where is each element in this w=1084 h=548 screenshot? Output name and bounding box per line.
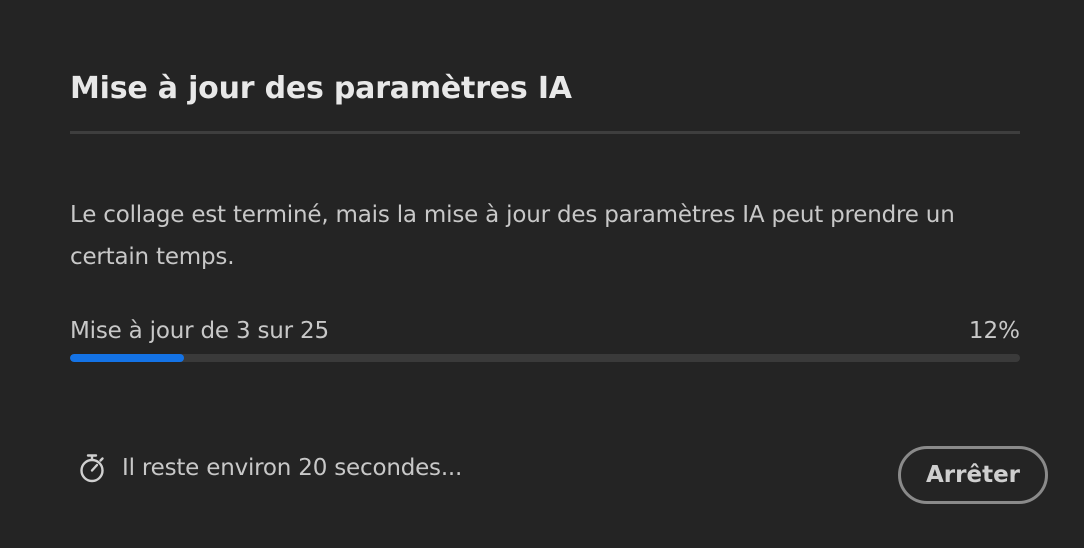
title-divider bbox=[70, 131, 1020, 134]
stop-button[interactable]: Arrêter bbox=[898, 446, 1048, 504]
time-remaining-status: Il reste environ 20 secondes... bbox=[78, 452, 462, 484]
progress-label: Mise à jour de 3 sur 25 bbox=[70, 318, 329, 344]
dialog-title: Mise à jour des paramètres IA bbox=[70, 71, 572, 106]
stopwatch-icon bbox=[78, 453, 106, 483]
update-ai-settings-dialog: Mise à jour des paramètres IA Le collage… bbox=[0, 0, 1084, 548]
progress-percent: 12% bbox=[968, 318, 1020, 344]
progress-bar-fill bbox=[70, 354, 184, 362]
time-remaining-text: Il reste environ 20 secondes... bbox=[122, 455, 463, 481]
dialog-description: Le collage est terminé, mais la mise à j… bbox=[70, 202, 955, 270]
progress-bar bbox=[70, 354, 1020, 362]
